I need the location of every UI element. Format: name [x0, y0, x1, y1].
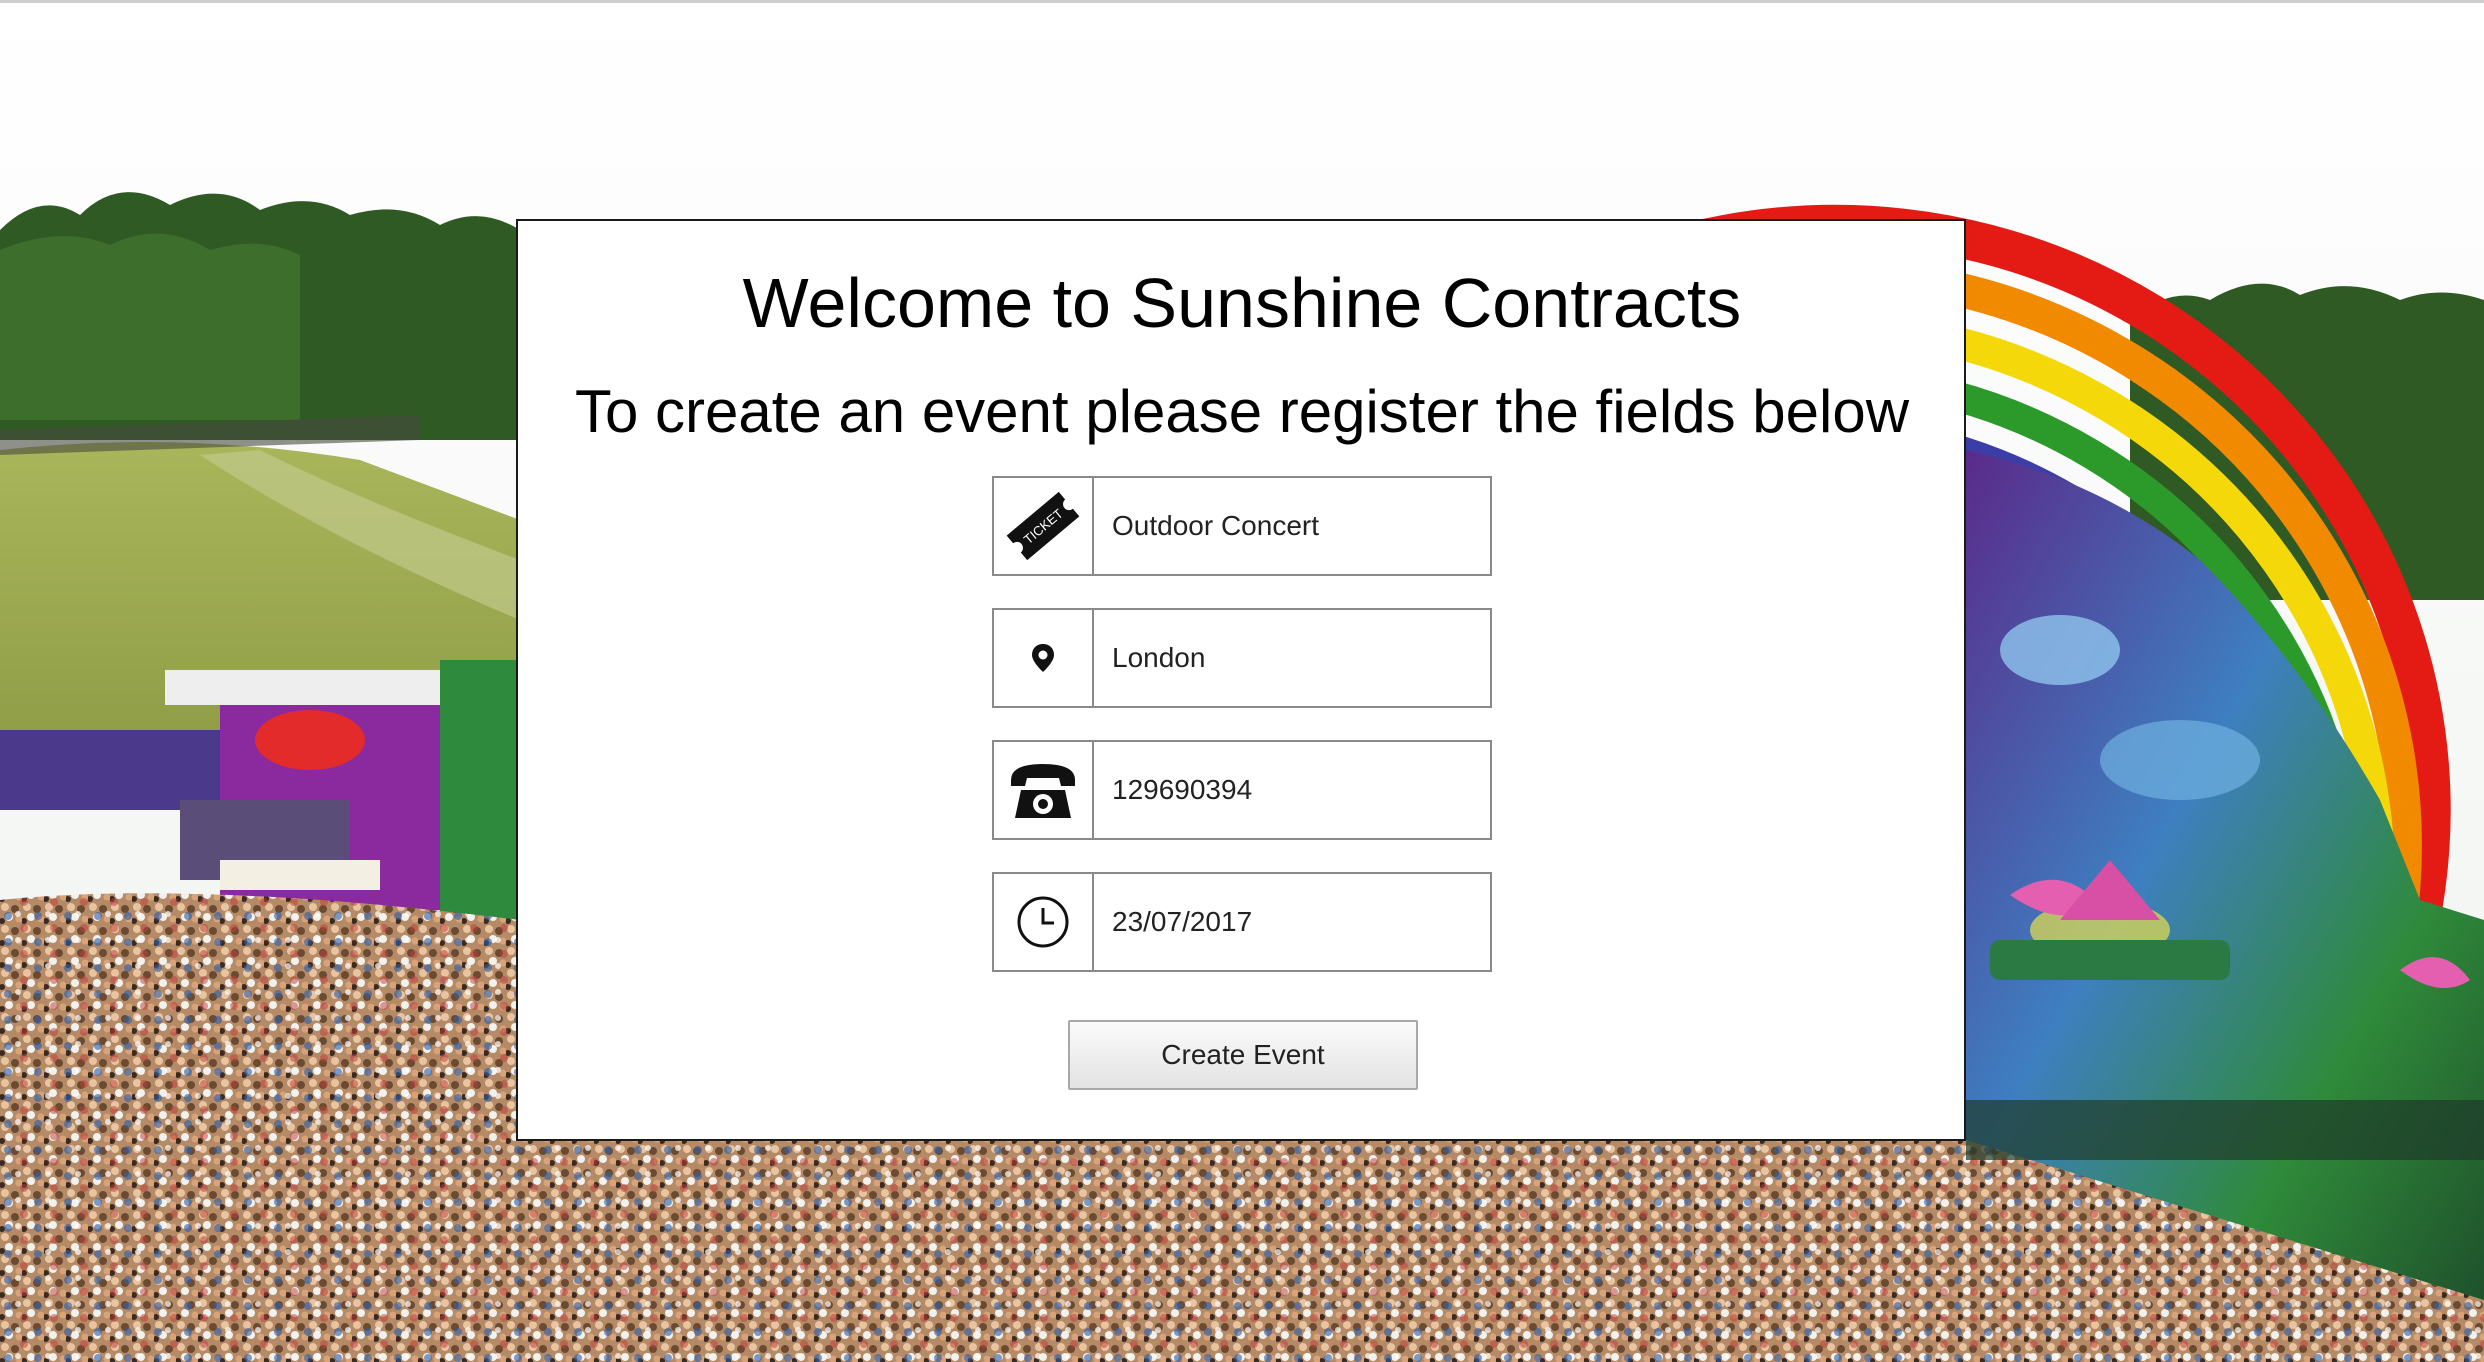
date-field: [992, 872, 1492, 972]
page-title: Welcome to Sunshine Contracts: [742, 264, 1742, 342]
telephone-icon: [1011, 764, 1075, 818]
phone-field: [992, 740, 1492, 840]
event-name-field: TICKET: [992, 476, 1492, 576]
location-field: [992, 608, 1492, 708]
clock-icon-box: [994, 874, 1094, 970]
event-name-input[interactable]: [1094, 478, 1490, 574]
phone-icon-box: [994, 742, 1094, 838]
clock-icon: [1017, 896, 1069, 948]
location-icon-box: [994, 610, 1094, 706]
date-input[interactable]: [1094, 874, 1490, 970]
ticket-icon-box: TICKET: [994, 478, 1094, 574]
phone-input[interactable]: [1094, 742, 1490, 838]
ticket-icon: TICKET: [1006, 491, 1080, 561]
location-pin-icon: [1032, 644, 1054, 672]
create-event-button[interactable]: Create Event: [1068, 1020, 1418, 1090]
page-subtitle: To create an event please register the f…: [574, 378, 1910, 445]
location-input[interactable]: [1094, 610, 1490, 706]
